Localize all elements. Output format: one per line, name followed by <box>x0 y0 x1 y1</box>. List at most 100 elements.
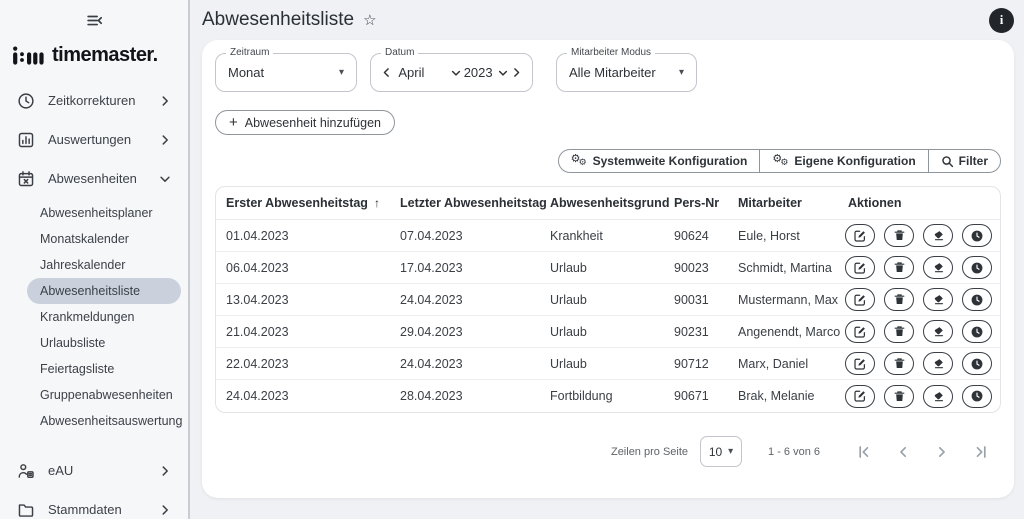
eraser-action-button[interactable] <box>923 385 953 408</box>
sidebar-item-label: Abwesenheiten <box>48 171 158 186</box>
collapse-menu-icon[interactable] <box>82 8 107 33</box>
sidebar-subitem-urlaubsliste[interactable]: Urlaubsliste <box>27 330 181 356</box>
cell-mitarbeiter: Brak, Melanie <box>728 389 838 403</box>
add-row: + Abwesenheit hinzufügen <box>215 110 1001 135</box>
column-header-grund[interactable]: Abwesenheitsgrund <box>540 196 664 210</box>
cell-aktionen <box>838 352 1000 375</box>
next-page-icon[interactable] <box>934 444 950 460</box>
cell-aktionen <box>838 320 1000 343</box>
eraser-action-button[interactable] <box>923 224 953 247</box>
first-page-icon[interactable] <box>856 444 872 460</box>
sidebar-subitem-abwesenheitsplaner[interactable]: Abwesenheitsplaner <box>27 200 181 226</box>
chevron-right-icon <box>158 464 172 478</box>
sidebar-item-eau[interactable]: eAU <box>0 451 188 490</box>
info-icon[interactable]: i <box>989 8 1014 33</box>
sidebar-item-abwesenheiten[interactable]: Abwesenheiten <box>0 159 188 198</box>
eraser-action-button[interactable] <box>923 256 953 279</box>
add-absence-button[interactable]: + Abwesenheit hinzufügen <box>215 110 395 135</box>
delete-action-button[interactable] <box>884 256 914 279</box>
pager-controls <box>856 444 989 460</box>
caret-down-icon: ▾ <box>679 68 684 78</box>
edit-action-button[interactable] <box>845 352 875 375</box>
edit-action-button[interactable] <box>845 256 875 279</box>
next-month-icon[interactable] <box>510 66 523 79</box>
sidebar-subitem-feiertagsliste[interactable]: Feiertagsliste <box>27 356 181 382</box>
sidebar-item-label: Zeitkorrekturen <box>48 93 158 108</box>
sidebar-subitem-abwesenheitsliste[interactable]: Abwesenheitsliste <box>27 278 181 304</box>
clock-action-button[interactable] <box>962 224 992 247</box>
column-header-persnr[interactable]: Pers-Nr <box>664 196 728 210</box>
content-card: Zeitraum Monat ▾ Datum April 2023 <box>202 40 1014 498</box>
filter-label: Filter <box>959 154 988 168</box>
mitarbeiter-modus-select[interactable]: Mitarbeiter Modus Alle Mitarbeiter ▾ <box>556 53 697 92</box>
timemaster-logo-icon <box>13 46 45 65</box>
zeitraum-select[interactable]: Zeitraum Monat ▾ <box>215 53 357 92</box>
edit-action-button[interactable] <box>845 385 875 408</box>
sidebar-item-stammdaten[interactable]: Stammdaten <box>0 490 188 519</box>
cell-erster-tag: 13.04.2023 <box>216 293 390 307</box>
sidebar-subitem-krankmeldungen[interactable]: Krankmeldungen <box>27 304 181 330</box>
clock-action-button[interactable] <box>962 320 992 343</box>
sidebar-item-zeitkorrekturen[interactable]: Zeitkorrekturen <box>0 81 188 120</box>
table-header-row: Erster Abwesenheitstag↑ Letzter Abwesenh… <box>216 187 1000 220</box>
sidebar-nav: Zeitkorrekturen Auswertungen <box>0 81 188 519</box>
rows-per-page-value: 10 <box>709 445 722 459</box>
eraser-action-button[interactable] <box>923 288 953 311</box>
gears-icon: ⚙ ⚙ <box>571 154 588 169</box>
previous-page-icon[interactable] <box>895 444 911 460</box>
table-row[interactable]: 24.04.2023 28.04.2023 Fortbildung 90671 … <box>216 380 1000 412</box>
config-button-group: ⚙ ⚙ Systemweite Konfiguration ⚙ ⚙ Eigene… <box>558 149 1001 173</box>
cell-grund: Urlaub <box>540 261 664 275</box>
month-value: April <box>398 65 424 80</box>
edit-action-button[interactable] <box>845 320 875 343</box>
mitarbeiter-modus-label: Mitarbeiter Modus <box>567 47 655 58</box>
delete-action-button[interactable] <box>884 385 914 408</box>
edit-action-button[interactable] <box>845 224 875 247</box>
eraser-action-button[interactable] <box>923 352 953 375</box>
column-header-aktionen: Aktionen <box>838 196 1000 210</box>
cell-erster-tag: 06.04.2023 <box>216 261 390 275</box>
delete-action-button[interactable] <box>884 352 914 375</box>
sidebar-item-auswertungen[interactable]: Auswertungen <box>0 120 188 159</box>
sort-ascending-icon[interactable]: ↑ <box>374 196 380 210</box>
last-page-icon[interactable] <box>973 444 989 460</box>
filter-button[interactable]: Filter <box>928 150 1000 172</box>
rows-per-page-select[interactable]: 10 ▾ <box>700 436 742 467</box>
table-row[interactable]: 06.04.2023 17.04.2023 Urlaub 90023 Schmi… <box>216 252 1000 284</box>
cell-letzter-tag: 07.04.2023 <box>390 229 540 243</box>
clock-action-button[interactable] <box>962 256 992 279</box>
delete-action-button[interactable] <box>884 288 914 311</box>
delete-action-button[interactable] <box>884 224 914 247</box>
table-row[interactable]: 22.04.2023 24.04.2023 Urlaub 90712 Marx,… <box>216 348 1000 380</box>
sidebar-subitem-abwesenheitsauswertung[interactable]: Abwesenheitsauswertung <box>27 408 181 434</box>
own-config-button[interactable]: ⚙ ⚙ Eigene Konfiguration <box>759 150 927 172</box>
delete-action-button[interactable] <box>884 320 914 343</box>
clock-action-button[interactable] <box>962 385 992 408</box>
month-select[interactable]: April <box>398 65 462 80</box>
year-select[interactable]: 2023 <box>464 65 509 80</box>
sidebar-subitem-jahreskalender[interactable]: Jahreskalender <box>27 252 181 278</box>
system-config-button[interactable]: ⚙ ⚙ Systemweite Konfiguration <box>559 150 760 172</box>
cell-mitarbeiter: Angenendt, Marco <box>728 325 838 339</box>
cell-mitarbeiter: Marx, Daniel <box>728 357 838 371</box>
config-row: ⚙ ⚙ Systemweite Konfiguration ⚙ ⚙ Eigene… <box>215 149 1001 173</box>
column-header-mitarbeiter[interactable]: Mitarbeiter <box>728 196 838 210</box>
gears-icon: ⚙ ⚙ <box>772 154 789 169</box>
column-header-erster-tag[interactable]: Erster Abwesenheitstag↑ <box>216 196 390 210</box>
sidebar-subitem-monatskalender[interactable]: Monatskalender <box>27 226 181 252</box>
previous-month-icon[interactable] <box>380 66 393 79</box>
table-row[interactable]: 21.04.2023 29.04.2023 Urlaub 90231 Angen… <box>216 316 1000 348</box>
rows-per-page-label: Zeilen pro Seite <box>611 446 688 458</box>
table-row[interactable]: 13.04.2023 24.04.2023 Urlaub 90031 Muste… <box>216 284 1000 316</box>
edit-action-button[interactable] <box>845 288 875 311</box>
sidebar-submenu: AbwesenheitsplanerMonatskalenderJahreska… <box>0 198 188 438</box>
clock-action-button[interactable] <box>962 352 992 375</box>
sidebar-subitem-gruppenabwesenheiten[interactable]: Gruppenabwesenheiten <box>27 382 181 408</box>
eraser-action-button[interactable] <box>923 320 953 343</box>
favorite-star-icon[interactable]: ☆ <box>363 11 376 29</box>
clock-action-button[interactable] <box>962 288 992 311</box>
cell-mitarbeiter: Mustermann, Max <box>728 293 838 307</box>
column-header-letzter-tag[interactable]: Letzter Abwesenheitstag <box>390 196 540 210</box>
table-row[interactable]: 01.04.2023 07.04.2023 Krankheit 90624 Eu… <box>216 220 1000 252</box>
cell-aktionen <box>838 385 1000 408</box>
